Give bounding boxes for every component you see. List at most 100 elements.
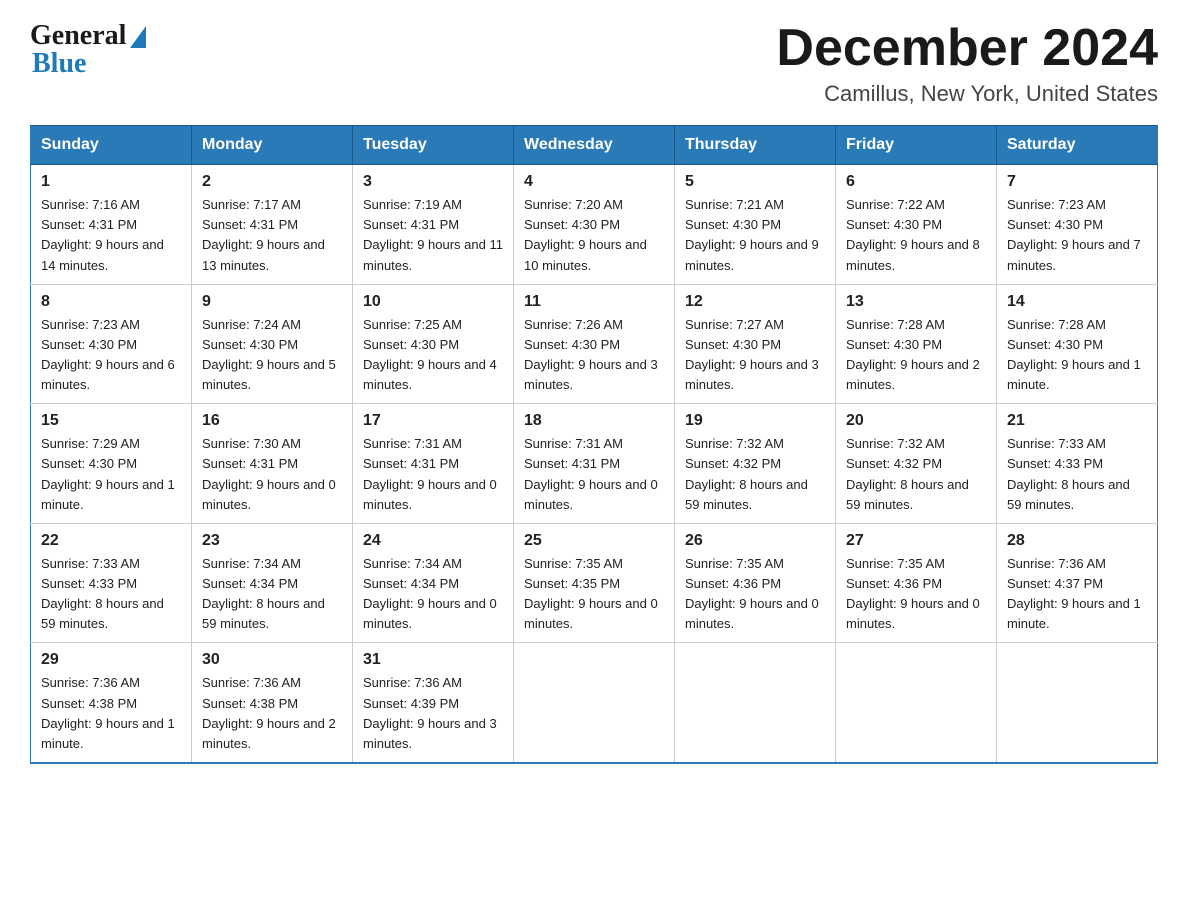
day-info: Sunrise: 7:27 AMSunset: 4:30 PMDaylight:… — [685, 315, 825, 396]
table-row: 18 Sunrise: 7:31 AMSunset: 4:31 PMDaylig… — [514, 404, 675, 524]
day-info: Sunrise: 7:28 AMSunset: 4:30 PMDaylight:… — [1007, 315, 1147, 396]
calendar-body: 1 Sunrise: 7:16 AMSunset: 4:31 PMDayligh… — [31, 165, 1158, 763]
day-info: Sunrise: 7:29 AMSunset: 4:30 PMDaylight:… — [41, 434, 181, 515]
logo-triangle-icon — [130, 26, 146, 48]
day-info: Sunrise: 7:31 AMSunset: 4:31 PMDaylight:… — [524, 434, 664, 515]
day-info: Sunrise: 7:21 AMSunset: 4:30 PMDaylight:… — [685, 195, 825, 276]
table-row: 24 Sunrise: 7:34 AMSunset: 4:34 PMDaylig… — [353, 523, 514, 643]
day-info: Sunrise: 7:28 AMSunset: 4:30 PMDaylight:… — [846, 315, 986, 396]
header-thursday: Thursday — [675, 126, 836, 165]
day-number: 21 — [1007, 412, 1147, 430]
table-row: 17 Sunrise: 7:31 AMSunset: 4:31 PMDaylig… — [353, 404, 514, 524]
day-number: 9 — [202, 293, 342, 311]
day-number: 28 — [1007, 532, 1147, 550]
day-info: Sunrise: 7:32 AMSunset: 4:32 PMDaylight:… — [685, 434, 825, 515]
day-number: 25 — [524, 532, 664, 550]
table-row — [836, 643, 997, 763]
logo: General Blue — [30, 20, 146, 80]
day-number: 8 — [41, 293, 181, 311]
day-info: Sunrise: 7:23 AMSunset: 4:30 PMDaylight:… — [41, 315, 181, 396]
table-row: 1 Sunrise: 7:16 AMSunset: 4:31 PMDayligh… — [31, 165, 192, 285]
table-row: 26 Sunrise: 7:35 AMSunset: 4:36 PMDaylig… — [675, 523, 836, 643]
table-row: 20 Sunrise: 7:32 AMSunset: 4:32 PMDaylig… — [836, 404, 997, 524]
table-row: 14 Sunrise: 7:28 AMSunset: 4:30 PMDaylig… — [997, 284, 1158, 404]
table-row: 11 Sunrise: 7:26 AMSunset: 4:30 PMDaylig… — [514, 284, 675, 404]
day-info: Sunrise: 7:22 AMSunset: 4:30 PMDaylight:… — [846, 195, 986, 276]
day-number: 29 — [41, 651, 181, 669]
day-info: Sunrise: 7:17 AMSunset: 4:31 PMDaylight:… — [202, 195, 342, 276]
day-number: 24 — [363, 532, 503, 550]
day-number: 26 — [685, 532, 825, 550]
table-row: 22 Sunrise: 7:33 AMSunset: 4:33 PMDaylig… — [31, 523, 192, 643]
table-row — [514, 643, 675, 763]
calendar-table: Sunday Monday Tuesday Wednesday Thursday… — [30, 125, 1158, 764]
day-number: 10 — [363, 293, 503, 311]
table-row: 3 Sunrise: 7:19 AMSunset: 4:31 PMDayligh… — [353, 165, 514, 285]
day-number: 6 — [846, 173, 986, 191]
table-row: 21 Sunrise: 7:33 AMSunset: 4:33 PMDaylig… — [997, 404, 1158, 524]
table-row: 29 Sunrise: 7:36 AMSunset: 4:38 PMDaylig… — [31, 643, 192, 763]
header-monday: Monday — [192, 126, 353, 165]
table-row: 25 Sunrise: 7:35 AMSunset: 4:35 PMDaylig… — [514, 523, 675, 643]
header-friday: Friday — [836, 126, 997, 165]
table-row: 12 Sunrise: 7:27 AMSunset: 4:30 PMDaylig… — [675, 284, 836, 404]
header-sunday: Sunday — [31, 126, 192, 165]
table-row: 13 Sunrise: 7:28 AMSunset: 4:30 PMDaylig… — [836, 284, 997, 404]
table-row: 16 Sunrise: 7:30 AMSunset: 4:31 PMDaylig… — [192, 404, 353, 524]
table-row: 6 Sunrise: 7:22 AMSunset: 4:30 PMDayligh… — [836, 165, 997, 285]
day-number: 5 — [685, 173, 825, 191]
day-info: Sunrise: 7:16 AMSunset: 4:31 PMDaylight:… — [41, 195, 181, 276]
day-info: Sunrise: 7:34 AMSunset: 4:34 PMDaylight:… — [363, 554, 503, 635]
table-row: 4 Sunrise: 7:20 AMSunset: 4:30 PMDayligh… — [514, 165, 675, 285]
day-info: Sunrise: 7:33 AMSunset: 4:33 PMDaylight:… — [41, 554, 181, 635]
day-number: 3 — [363, 173, 503, 191]
day-info: Sunrise: 7:35 AMSunset: 4:35 PMDaylight:… — [524, 554, 664, 635]
day-info: Sunrise: 7:20 AMSunset: 4:30 PMDaylight:… — [524, 195, 664, 276]
table-row — [675, 643, 836, 763]
day-number: 1 — [41, 173, 181, 191]
table-row: 31 Sunrise: 7:36 AMSunset: 4:39 PMDaylig… — [353, 643, 514, 763]
day-info: Sunrise: 7:35 AMSunset: 4:36 PMDaylight:… — [685, 554, 825, 635]
day-info: Sunrise: 7:33 AMSunset: 4:33 PMDaylight:… — [1007, 434, 1147, 515]
table-row: 27 Sunrise: 7:35 AMSunset: 4:36 PMDaylig… — [836, 523, 997, 643]
day-info: Sunrise: 7:23 AMSunset: 4:30 PMDaylight:… — [1007, 195, 1147, 276]
day-info: Sunrise: 7:36 AMSunset: 4:39 PMDaylight:… — [363, 673, 503, 754]
day-number: 19 — [685, 412, 825, 430]
calendar-header: Sunday Monday Tuesday Wednesday Thursday… — [31, 126, 1158, 165]
day-number: 15 — [41, 412, 181, 430]
table-row: 15 Sunrise: 7:29 AMSunset: 4:30 PMDaylig… — [31, 404, 192, 524]
table-row: 30 Sunrise: 7:36 AMSunset: 4:38 PMDaylig… — [192, 643, 353, 763]
day-info: Sunrise: 7:36 AMSunset: 4:38 PMDaylight:… — [41, 673, 181, 754]
day-number: 16 — [202, 412, 342, 430]
table-row: 10 Sunrise: 7:25 AMSunset: 4:30 PMDaylig… — [353, 284, 514, 404]
header-tuesday: Tuesday — [353, 126, 514, 165]
day-number: 14 — [1007, 293, 1147, 311]
day-info: Sunrise: 7:35 AMSunset: 4:36 PMDaylight:… — [846, 554, 986, 635]
table-row: 7 Sunrise: 7:23 AMSunset: 4:30 PMDayligh… — [997, 165, 1158, 285]
table-row: 28 Sunrise: 7:36 AMSunset: 4:37 PMDaylig… — [997, 523, 1158, 643]
day-number: 17 — [363, 412, 503, 430]
day-info: Sunrise: 7:24 AMSunset: 4:30 PMDaylight:… — [202, 315, 342, 396]
day-number: 7 — [1007, 173, 1147, 191]
header-wednesday: Wednesday — [514, 126, 675, 165]
logo-blue-text: Blue — [30, 48, 86, 80]
table-row: 8 Sunrise: 7:23 AMSunset: 4:30 PMDayligh… — [31, 284, 192, 404]
table-row: 23 Sunrise: 7:34 AMSunset: 4:34 PMDaylig… — [192, 523, 353, 643]
location-subtitle: Camillus, New York, United States — [776, 81, 1158, 107]
day-number: 23 — [202, 532, 342, 550]
day-number: 22 — [41, 532, 181, 550]
day-info: Sunrise: 7:25 AMSunset: 4:30 PMDaylight:… — [363, 315, 503, 396]
day-info: Sunrise: 7:31 AMSunset: 4:31 PMDaylight:… — [363, 434, 503, 515]
day-number: 18 — [524, 412, 664, 430]
day-info: Sunrise: 7:26 AMSunset: 4:30 PMDaylight:… — [524, 315, 664, 396]
day-info: Sunrise: 7:30 AMSunset: 4:31 PMDaylight:… — [202, 434, 342, 515]
table-row: 19 Sunrise: 7:32 AMSunset: 4:32 PMDaylig… — [675, 404, 836, 524]
table-row: 2 Sunrise: 7:17 AMSunset: 4:31 PMDayligh… — [192, 165, 353, 285]
table-row — [997, 643, 1158, 763]
day-number: 31 — [363, 651, 503, 669]
day-number: 12 — [685, 293, 825, 311]
day-info: Sunrise: 7:19 AMSunset: 4:31 PMDaylight:… — [363, 195, 503, 276]
table-row: 5 Sunrise: 7:21 AMSunset: 4:30 PMDayligh… — [675, 165, 836, 285]
month-title: December 2024 — [776, 20, 1158, 77]
day-info: Sunrise: 7:34 AMSunset: 4:34 PMDaylight:… — [202, 554, 342, 635]
